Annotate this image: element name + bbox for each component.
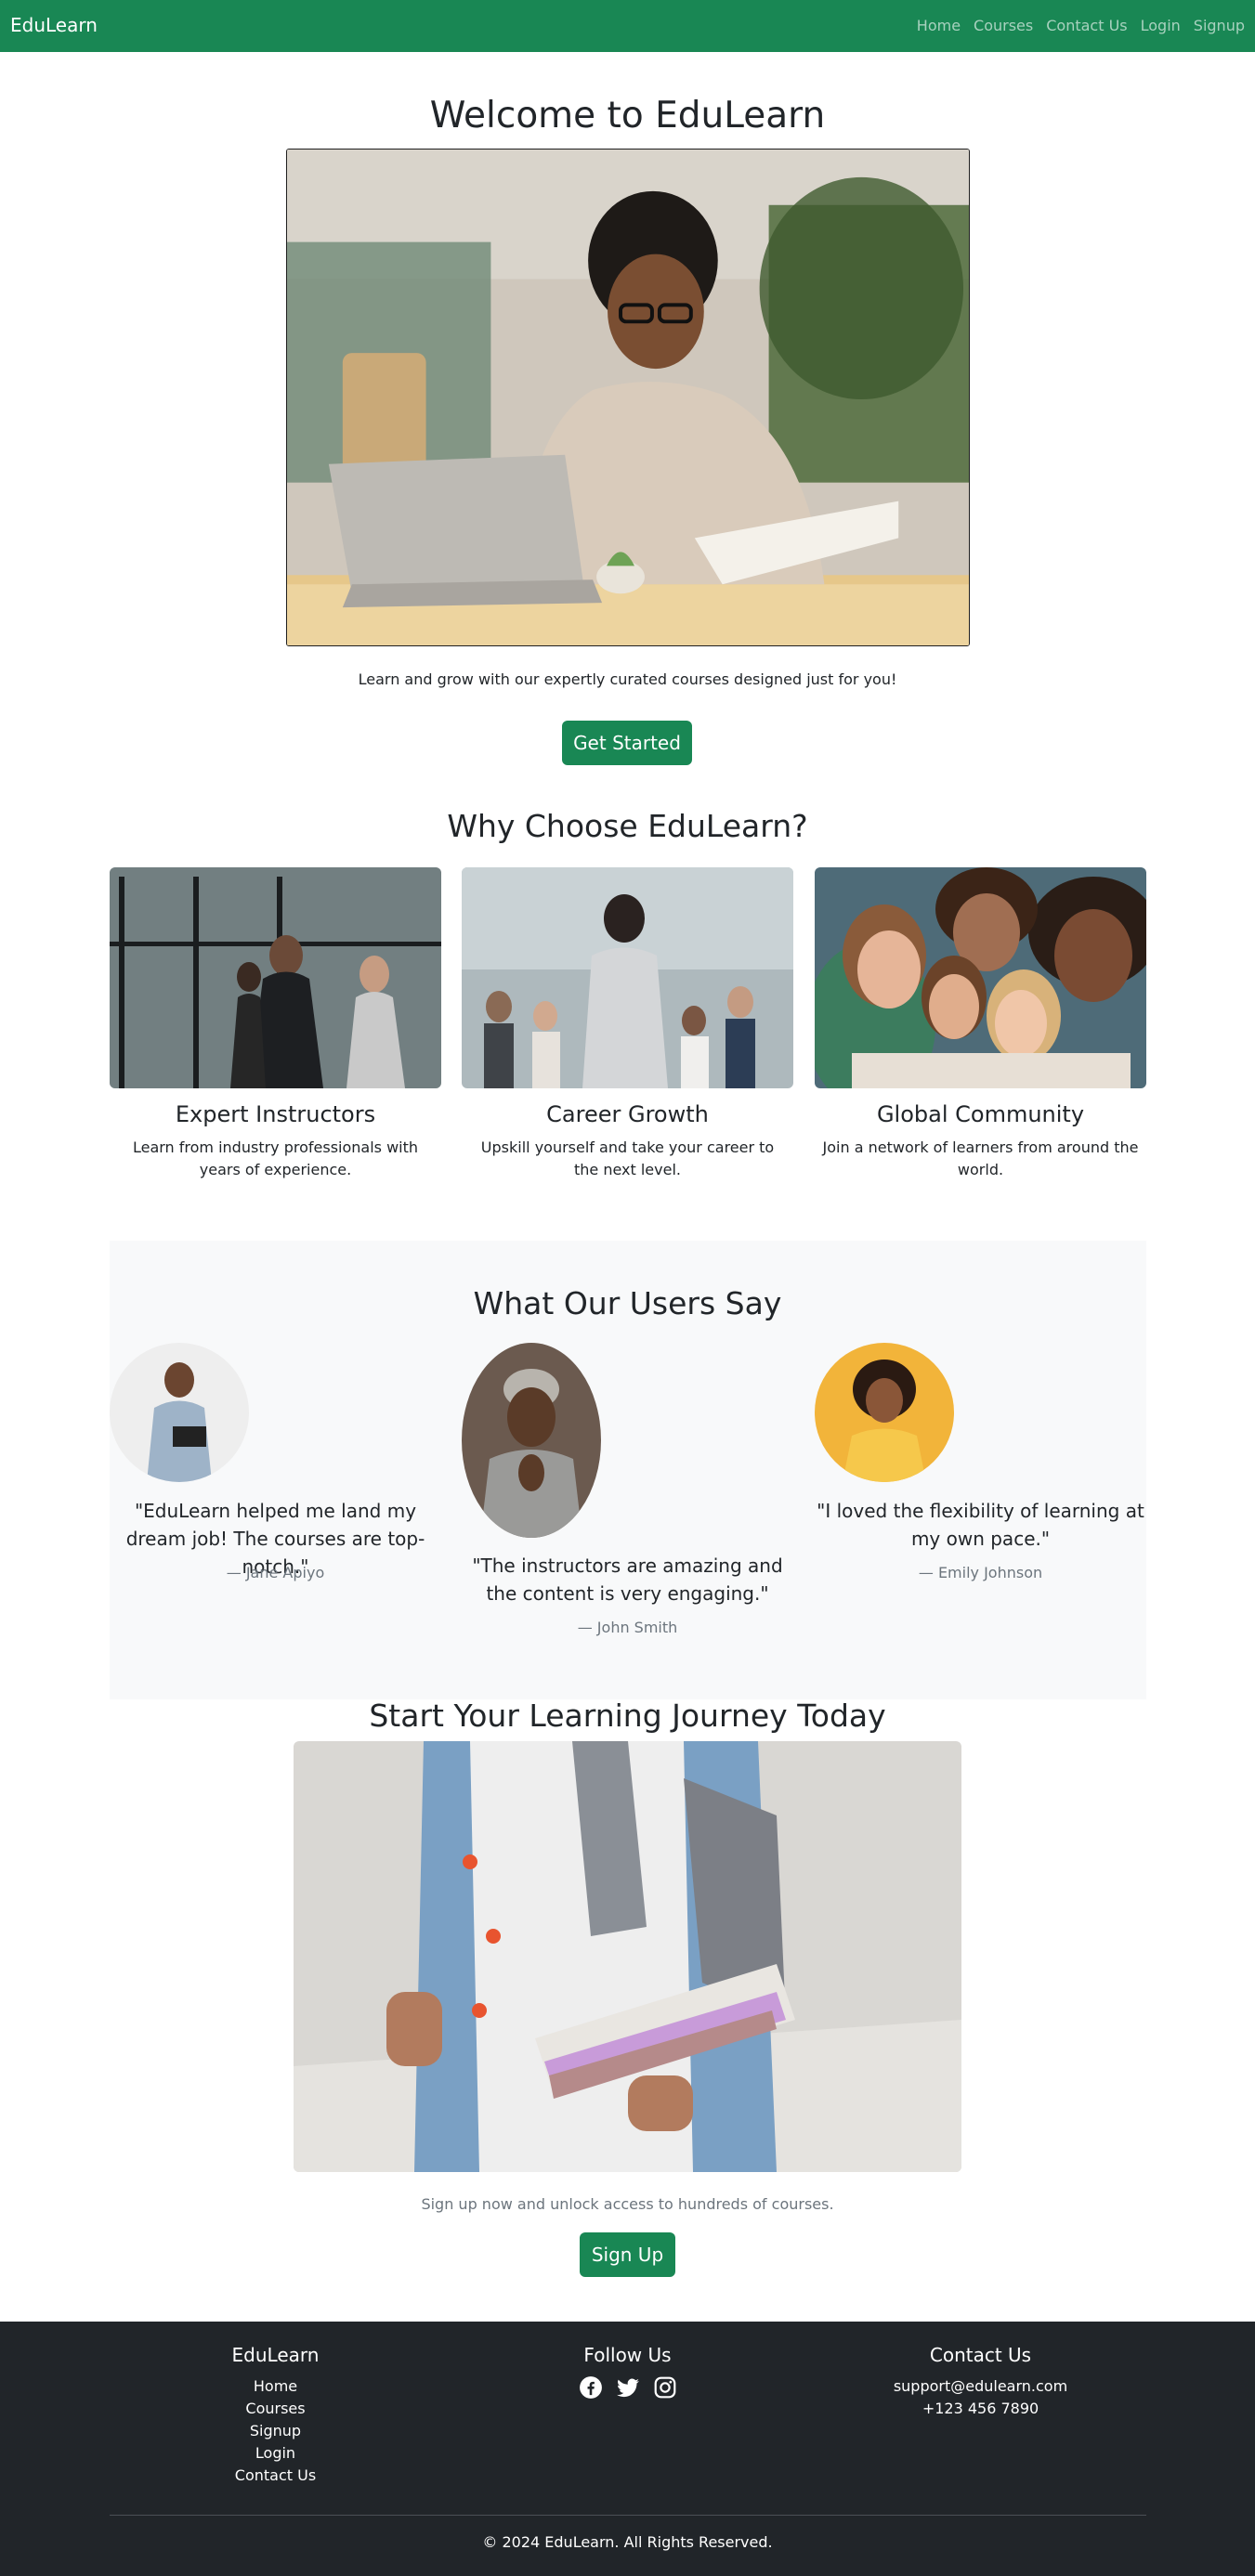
nav-link-courses[interactable]: Courses xyxy=(974,17,1033,34)
hero-title: Welcome to EduLearn xyxy=(429,95,826,137)
footer-divider xyxy=(110,2515,1146,2516)
feature-image-global-community xyxy=(815,867,1146,1088)
nav-link-home[interactable]: Home xyxy=(917,17,961,34)
facebook-icon[interactable] xyxy=(579,2375,603,2400)
feature-desc-career-growth: Upskill yourself and take your career to… xyxy=(480,1138,775,1178)
footer-link-home[interactable]: Home xyxy=(110,2375,441,2398)
get-started-button[interactable]: Get Started xyxy=(562,721,692,765)
brand-logo-link[interactable]: EduLearn xyxy=(10,14,98,36)
testimonial-avatar-john xyxy=(462,1343,601,1538)
footer-link-login[interactable]: Login xyxy=(110,2442,441,2465)
footer-social-column: Follow Us xyxy=(462,2344,793,2400)
testimonial-author-emily: — Emily Johnson xyxy=(918,1564,1043,1581)
footer-link-courses[interactable]: Courses xyxy=(110,2398,441,2420)
instagram-icon[interactable] xyxy=(653,2375,677,2400)
social-icons xyxy=(462,2375,793,2400)
testimonial-avatar-jane xyxy=(110,1343,249,1482)
nav-link-login[interactable]: Login xyxy=(1141,17,1181,34)
feature-desc-expert-instructors: Learn from industry professionals with y… xyxy=(132,1138,419,1178)
why-section-title: Why Choose EduLearn? xyxy=(447,808,808,844)
footer: EduLearn Home Courses Signup Login Conta… xyxy=(0,2322,1255,2576)
footer-follow-title: Follow Us xyxy=(583,2344,672,2366)
sign-up-button[interactable]: Sign Up xyxy=(580,2232,675,2277)
feature-title-global-community: Global Community xyxy=(876,1101,1085,1127)
footer-copyright: © 2024 EduLearn. All Rights Reserved. xyxy=(482,2533,773,2551)
feature-image-career-growth xyxy=(462,867,793,1088)
nav-link-signup[interactable]: Signup xyxy=(1194,17,1245,34)
footer-contact-column: Contact Us support@edulearn.com +123 456… xyxy=(815,2344,1146,2420)
footer-phone: +123 456 7890 xyxy=(922,2400,1039,2417)
footer-email[interactable]: support@edulearn.com xyxy=(815,2375,1146,2398)
footer-links-column: EduLearn Home Courses Signup Login Conta… xyxy=(110,2344,441,2487)
feature-title-expert-instructors: Expert Instructors xyxy=(175,1101,376,1127)
testimonial-avatar-emily xyxy=(815,1343,954,1482)
footer-link-signup[interactable]: Signup xyxy=(110,2420,441,2442)
testimonials-title: What Our Users Say xyxy=(473,1285,782,1321)
twitter-icon[interactable] xyxy=(616,2375,640,2400)
testimonial-author-jane: — Jane Apiyo xyxy=(226,1564,325,1581)
feature-desc-global-community: Join a network of learners from around t… xyxy=(822,1138,1139,1178)
journey-image xyxy=(294,1741,961,2172)
navbar: EduLearn Home Courses Contact Us Login S… xyxy=(0,0,1255,52)
nav-link-contact-us[interactable]: Contact Us xyxy=(1046,17,1127,34)
feature-title-career-growth: Career Growth xyxy=(546,1101,709,1127)
nav-links: Home Courses Contact Us Login Signup xyxy=(904,17,1245,34)
testimonial-author-john: — John Smith xyxy=(577,1619,678,1636)
hero-image xyxy=(286,149,970,646)
journey-title: Start Your Learning Journey Today xyxy=(369,1698,886,1734)
journey-subtitle: Sign up now and unlock access to hundred… xyxy=(421,2195,834,2213)
testimonial-quote-emily: "I loved the flexibility of learning at … xyxy=(817,1500,1144,1550)
hero-subtitle: Learn and grow with our expertly curated… xyxy=(358,670,897,688)
footer-contact-title: Contact Us xyxy=(929,2344,1032,2366)
testimonial-quote-john: "The instructors are amazing and the con… xyxy=(472,1555,783,1605)
footer-brand-title: EduLearn xyxy=(231,2344,320,2366)
footer-link-contact-us[interactable]: Contact Us xyxy=(110,2465,441,2487)
feature-image-expert-instructors xyxy=(110,867,441,1088)
